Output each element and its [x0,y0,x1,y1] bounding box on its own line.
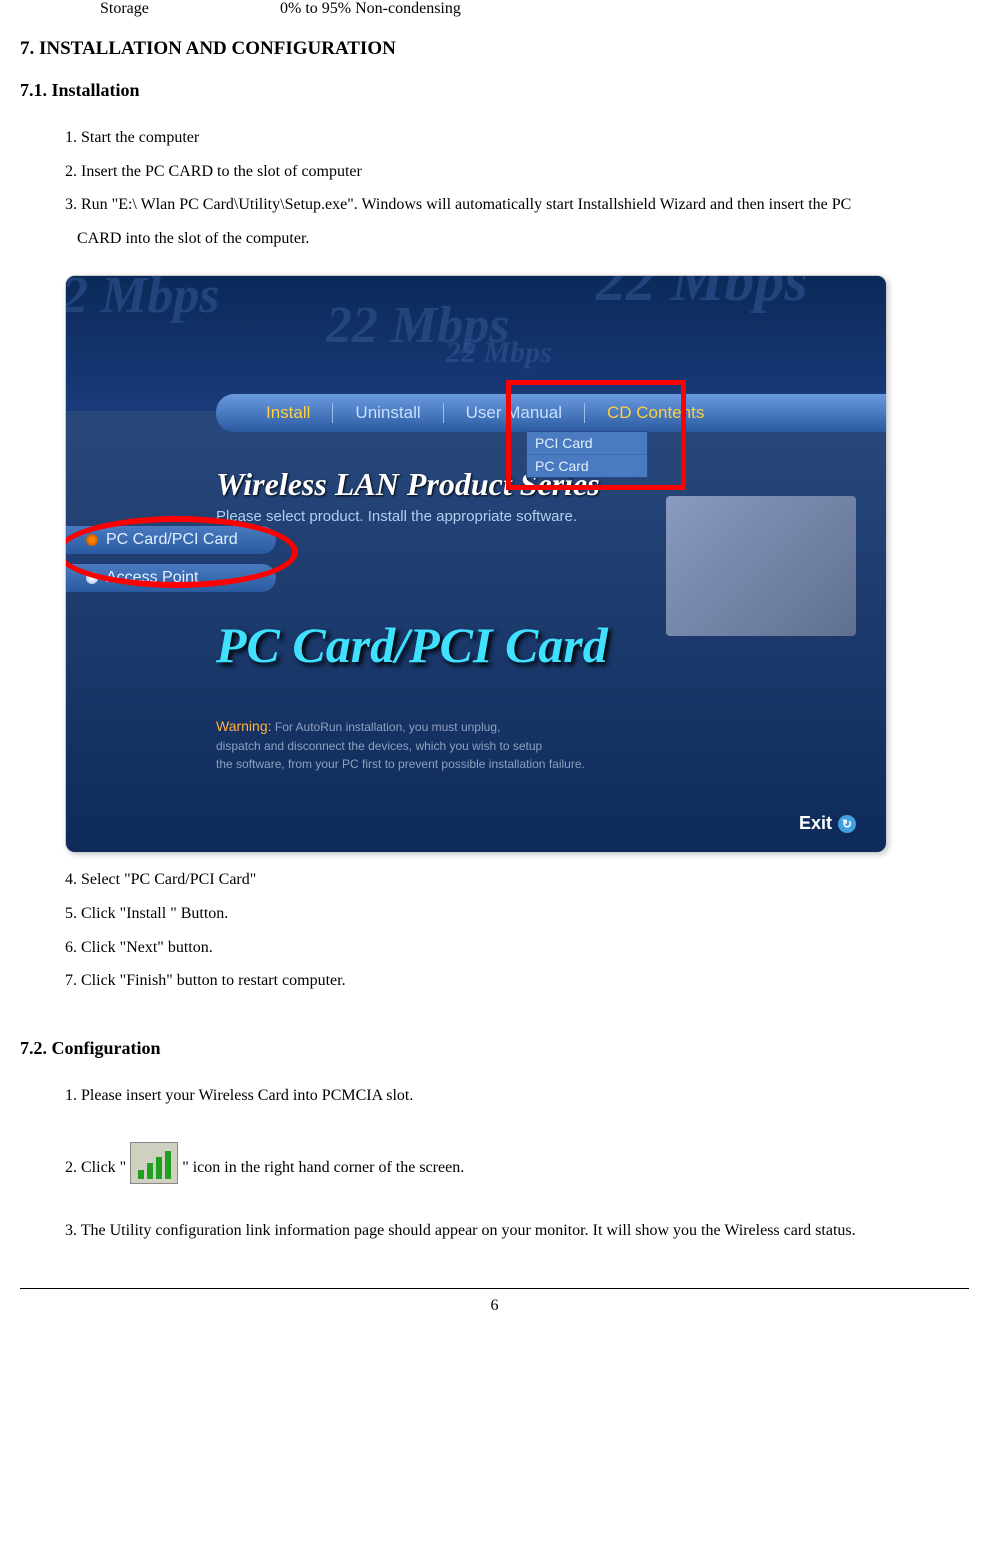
spec-label: Storage [100,0,280,18]
family-photo [666,496,856,636]
config-step-3: 3. The Utility configuration link inform… [65,1214,969,1248]
bg-text: 22 Mbps [66,276,219,325]
signal-strength-icon[interactable] [130,1142,178,1184]
exit-button[interactable]: Exit ↻ [799,813,856,834]
warning-line: the software, from your PC first to prev… [216,757,585,771]
step-7: 7. Click "Finish" button to restart comp… [65,964,969,998]
step-3: 3. Run "E:\ Wlan PC Card\Utility\Setup.e… [65,188,969,222]
installer-screenshot: 22 Mbps 22 Mbps 22 Mbps 22 Mbps Install … [65,275,887,853]
warning-line: For AutoRun installation, you must unplu… [275,720,500,734]
nav-install[interactable]: Install [216,403,333,423]
warning-line: dispatch and disconnect the devices, whi… [216,739,542,753]
nav-uninstall[interactable]: Uninstall [333,403,443,423]
step-6: 6. Click "Next" button. [65,931,969,965]
step-3-cont: CARD into the slot of the computer. [65,222,969,256]
heading-installation-config: 7. INSTALLATION AND CONFIGURATION [20,38,969,60]
config-step-1: 1. Please insert your Wireless Card into… [65,1079,969,1113]
config-step-2b: " icon in the right hand corner of the s… [182,1151,464,1185]
step-1: 1. Start the computer [65,121,969,155]
product-title: PC Card/PCI Card [216,616,608,674]
config-step-2a: 2. Click " [65,1151,126,1185]
step-2: 2. Insert the PC CARD to the slot of com… [65,155,969,189]
warning-text: Warning: For AutoRun installation, you m… [216,716,585,773]
heading-installation: 7.1. Installation [20,80,969,101]
highlight-box-icon [506,380,686,490]
exit-label: Exit [799,813,832,834]
step-4: 4. Select "PC Card/PCI Card" [65,863,969,897]
warning-label: Warning: [216,718,272,734]
step-5: 5. Click "Install " Button. [65,897,969,931]
page-number: 6 [491,1297,499,1314]
spec-value: 0% to 95% Non-condensing [280,0,461,18]
bg-text: 22 Mbps [446,336,552,370]
heading-configuration: 7.2. Configuration [20,1038,969,1059]
exit-icon: ↻ [838,815,856,833]
bg-text: 22 Mbps [596,276,808,315]
